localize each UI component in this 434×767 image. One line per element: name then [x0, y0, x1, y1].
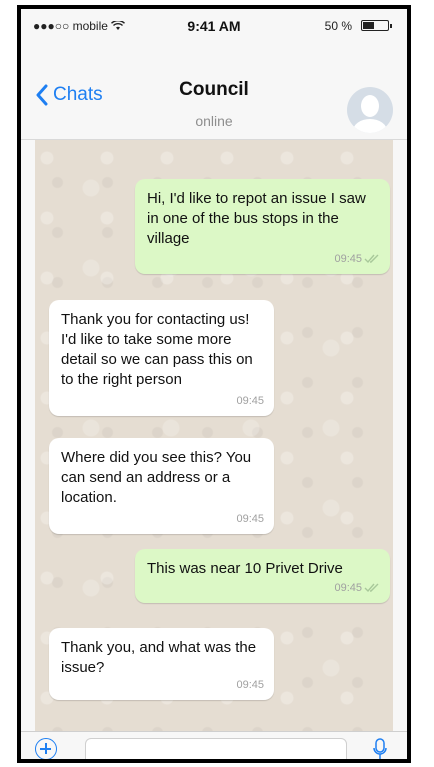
message-text: This was near 10 Privet Drive — [147, 560, 343, 577]
message-meta: 09:45 — [334, 249, 380, 269]
message-meta: 09:45 — [236, 391, 264, 411]
chat-header: Chats Council online — [21, 39, 407, 140]
message-time: 09:45 — [334, 582, 362, 594]
double-check-icon — [364, 583, 379, 593]
battery-percent: 50 % — [324, 19, 352, 33]
message-text: Hi, I'd like to repot an issue I saw in … — [147, 190, 366, 247]
message-text: Thank you for contacting us! I'd like to… — [61, 311, 253, 388]
message-text: Thank you, and what was the issue? — [61, 639, 257, 676]
composer-bar — [21, 731, 407, 760]
message-bubble-incoming: Thank you, and what was the issue? 09:45 — [49, 628, 274, 700]
message-time: 09:45 — [236, 513, 264, 525]
message-bubble-incoming: Thank you for contacting us! I'd like to… — [49, 300, 274, 416]
microphone-icon[interactable] — [373, 738, 387, 760]
message-bubble-outgoing: This was near 10 Privet Drive 09:45 — [135, 549, 390, 603]
message-list[interactable]: Hi, I'd like to repot an issue I saw in … — [35, 140, 393, 731]
message-text: Where did you see this? You can send an … — [61, 449, 252, 506]
plus-icon[interactable] — [35, 738, 57, 759]
message-meta: 09:45 — [236, 675, 264, 695]
message-meta: 09:45 — [334, 578, 380, 598]
battery-icon — [361, 20, 392, 31]
double-check-icon — [364, 254, 379, 264]
message-time: 09:45 — [236, 395, 264, 407]
user-avatar-icon — [353, 95, 387, 133]
message-meta: 09:45 — [236, 509, 264, 529]
avatar[interactable] — [347, 87, 393, 133]
message-bubble-incoming: Where did you see this? You can send an … — [49, 438, 274, 534]
phone-frame: ●●●○○ mobile 9:41 AM 50 % Chats Council … — [17, 5, 411, 763]
message-bubble-outgoing: Hi, I'd like to repot an issue I saw in … — [135, 179, 390, 274]
message-time: 09:45 — [334, 253, 362, 265]
message-input[interactable] — [85, 738, 347, 759]
message-time: 09:45 — [236, 679, 264, 691]
status-bar: ●●●○○ mobile 9:41 AM 50 % — [21, 9, 407, 39]
